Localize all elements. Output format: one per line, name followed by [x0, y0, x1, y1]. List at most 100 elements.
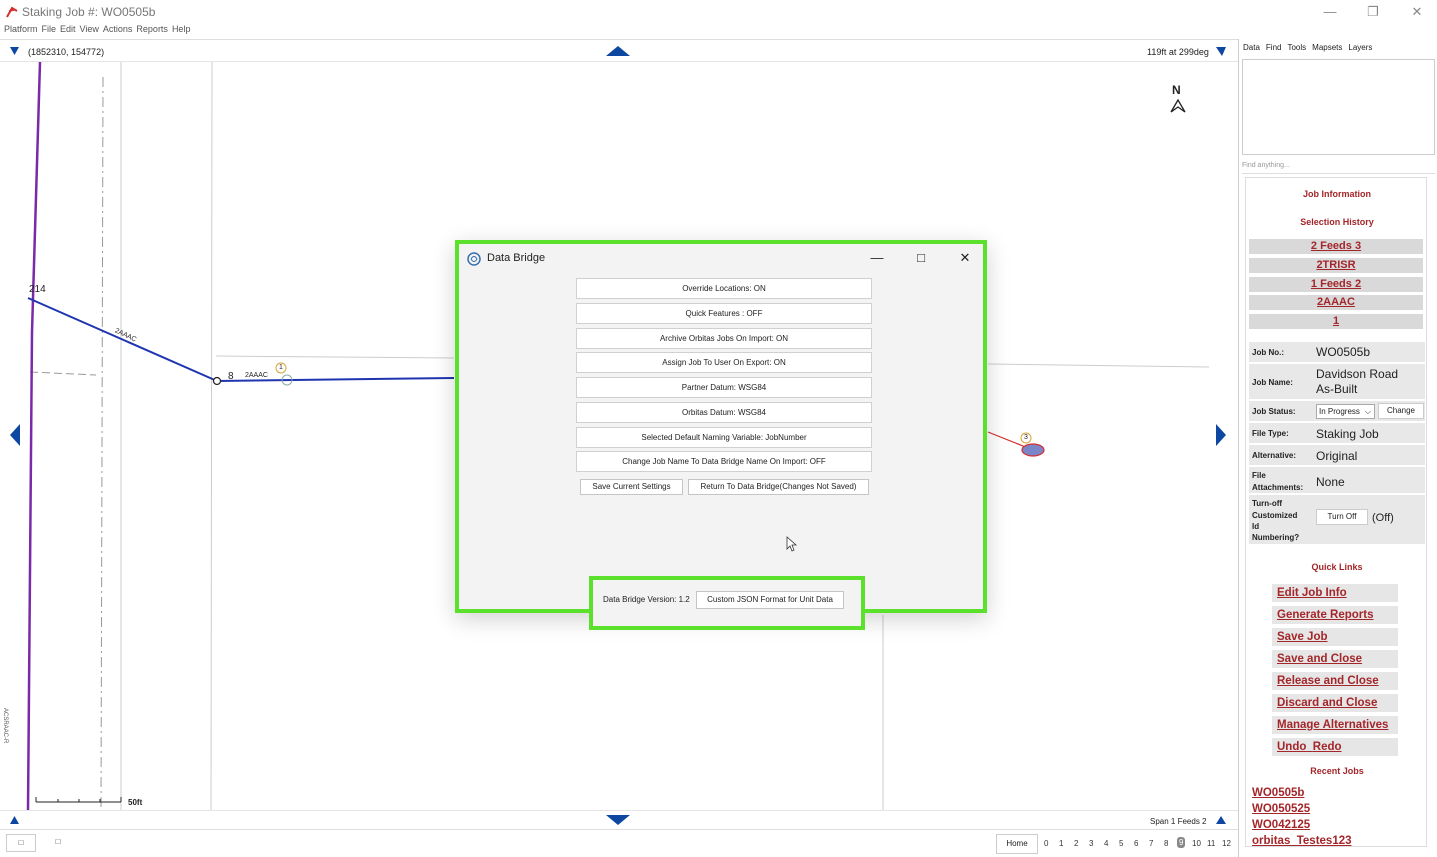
collapse-right-icon[interactable] [1216, 47, 1226, 56]
tab-find[interactable]: Find [1266, 43, 1282, 52]
turnoff-label-3: Id [1252, 522, 1260, 531]
menu-view[interactable]: View [80, 24, 99, 34]
job-status-value: In Progress [1319, 407, 1360, 416]
zoom-level-2[interactable]: 2 [1074, 839, 1078, 848]
quick-link-release-and-close[interactable]: Release and Close [1272, 672, 1398, 690]
home-button[interactable]: Home [996, 834, 1038, 854]
zoom-level-7[interactable]: 7 [1149, 839, 1153, 848]
menu-reports[interactable]: Reports [136, 24, 168, 34]
file-type-row: File Type: Staking Job [1249, 423, 1425, 444]
quick-link-edit-job-info[interactable]: Edit Job Info [1272, 584, 1398, 602]
change-job-name-button[interactable]: Change Job Name To Data Bridge Name On I… [576, 451, 872, 472]
menu-file[interactable]: File [42, 24, 57, 34]
redo-link[interactable]: Redo [1313, 741, 1342, 753]
zoom-level-11[interactable]: 11 [1207, 839, 1215, 848]
job-information-panel: Job Information Selection History 2 Feed… [1245, 177, 1427, 847]
naming-variable-button[interactable]: Selected Default Naming Variable: JobNum… [576, 427, 872, 448]
pan-left-icon[interactable] [10, 424, 20, 446]
custom-json-format-button[interactable]: Custom JSON Format for Unit Data [696, 591, 844, 609]
dialog-maximize-button[interactable]: □ [906, 248, 936, 268]
zoom-level-3[interactable]: 3 [1089, 839, 1093, 848]
menu-actions[interactable]: Actions [103, 24, 133, 34]
data-bridge-icon [467, 252, 481, 266]
job-status-row: Job Status: In Progress ⌵ Change [1249, 401, 1425, 422]
version-label: Data Bridge Version: 1.2 [603, 595, 690, 604]
recent-job-item[interactable]: WO0505b [1252, 787, 1304, 799]
turnoff-label-1: Turn-off [1252, 499, 1283, 508]
quick-link-manage-alternatives[interactable]: Manage Alternatives [1272, 716, 1398, 734]
quick-link-discard-and-close[interactable]: Discard and Close [1272, 694, 1398, 712]
menu-help[interactable]: Help [172, 24, 191, 34]
zoom-level-10[interactable]: 10 [1192, 839, 1201, 848]
selection-history-item[interactable]: 2TRISR [1249, 258, 1423, 273]
dialog-close-button[interactable]: ✕ [950, 248, 980, 268]
zoom-level-1[interactable]: 1 [1059, 839, 1063, 848]
version-section: Data Bridge Version: 1.2 Custom JSON For… [589, 576, 865, 630]
quick-link-save-job[interactable]: Save Job [1272, 628, 1398, 646]
quick-link-generate-reports[interactable]: Generate Reports [1272, 606, 1398, 624]
zoom-level-9-selected[interactable]: 9 [1177, 837, 1186, 848]
job-no-label: Job No.: [1252, 348, 1284, 357]
map-bottom-strip: Span 1 Feeds 2 [0, 810, 1238, 830]
map-coordinates: (1852310, 154772) [28, 47, 105, 57]
selection-history-item[interactable]: 1 Feeds 2 [1249, 277, 1423, 292]
turnoff-label-2: Customized [1252, 511, 1298, 520]
pan-right-icon[interactable] [1216, 424, 1226, 446]
file-attachments-value: None [1316, 475, 1345, 489]
assign-job-button[interactable]: Assign Job To User On Export: ON [576, 352, 872, 373]
node-label-8: 8 [228, 371, 234, 382]
line-label-2aaac-b: 2AAAC [245, 372, 268, 379]
pole-label-1: 1 [279, 364, 283, 371]
status-square-button-1[interactable]: □ [6, 834, 36, 852]
collapse-arrow-icon[interactable] [10, 47, 19, 55]
override-locations-button[interactable]: Override Locations: ON [576, 278, 872, 299]
tab-layers[interactable]: Layers [1348, 43, 1372, 52]
menu-platform[interactable]: Platform [4, 24, 38, 34]
close-button[interactable]: ✕ [1400, 2, 1434, 22]
partner-datum-button[interactable]: Partner Datum: WSG84 [576, 377, 872, 398]
recent-job-item[interactable]: WO050525 [1252, 803, 1310, 815]
zoom-level-12[interactable]: 12 [1222, 839, 1231, 848]
north-arrow-icon [1170, 98, 1186, 113]
pan-down-icon[interactable] [606, 815, 630, 825]
recent-job-item[interactable]: WO042125 [1252, 819, 1310, 831]
span-label: Span 1 Feeds 2 [1150, 817, 1207, 826]
save-settings-button[interactable]: Save Current Settings [580, 479, 683, 495]
turn-off-button[interactable]: Turn Off [1316, 509, 1368, 525]
orbitas-datum-button[interactable]: Orbitas Datum: WSG84 [576, 402, 872, 423]
menu-edit[interactable]: Edit [60, 24, 76, 34]
expand-bottom-left-icon[interactable] [10, 816, 19, 824]
dialog-minimize-button[interactable]: — [862, 248, 892, 268]
zoom-level-4[interactable]: 4 [1104, 839, 1108, 848]
archive-jobs-button[interactable]: Archive Orbitas Jobs On Import: ON [576, 328, 872, 349]
tab-mapsets[interactable]: Mapsets [1312, 43, 1342, 52]
undo-link[interactable]: Undo [1277, 741, 1306, 753]
selection-history-item[interactable]: 1 [1249, 314, 1423, 329]
quick-link-save-and-close[interactable]: Save and Close [1272, 650, 1398, 668]
return-to-data-bridge-button[interactable]: Return To Data Bridge(Changes Not Saved) [688, 479, 869, 495]
zoom-level-8[interactable]: 8 [1164, 839, 1168, 848]
job-name-value-2: As-Built [1316, 382, 1358, 396]
search-input[interactable]: Find anything... [1242, 162, 1435, 174]
expand-bottom-right-icon[interactable] [1216, 816, 1226, 824]
pole-label-3: 3 [1024, 434, 1028, 441]
quick-features-button[interactable]: Quick Features : OFF [576, 303, 872, 324]
recent-job-item[interactable]: orbitas_Testes123 [1252, 835, 1352, 846]
tab-tools[interactable]: Tools [1287, 43, 1306, 52]
maximize-button[interactable]: ❐ [1356, 2, 1390, 22]
job-name-value-1: Davidson Road [1316, 367, 1399, 381]
selection-history-item[interactable]: 2AAAC [1249, 295, 1423, 310]
zoom-level-5[interactable]: 5 [1119, 839, 1123, 848]
file-attachments-row: File Attachments: None [1249, 467, 1425, 494]
job-status-select[interactable]: In Progress ⌵ [1316, 404, 1375, 419]
dialog-title: Data Bridge [487, 252, 546, 264]
change-status-button[interactable]: Change [1378, 403, 1424, 419]
zoom-level-0[interactable]: 0 [1044, 839, 1048, 848]
pan-up-icon[interactable] [606, 46, 630, 56]
tab-data[interactable]: Data [1243, 43, 1260, 52]
selection-history-item[interactable]: 2 Feeds 3 [1249, 239, 1423, 254]
zoom-level-6[interactable]: 6 [1134, 839, 1138, 848]
minimize-button[interactable]: — [1313, 2, 1347, 22]
status-square-button-2[interactable]: □ [43, 834, 73, 852]
node-label-214: 214 [29, 284, 46, 295]
